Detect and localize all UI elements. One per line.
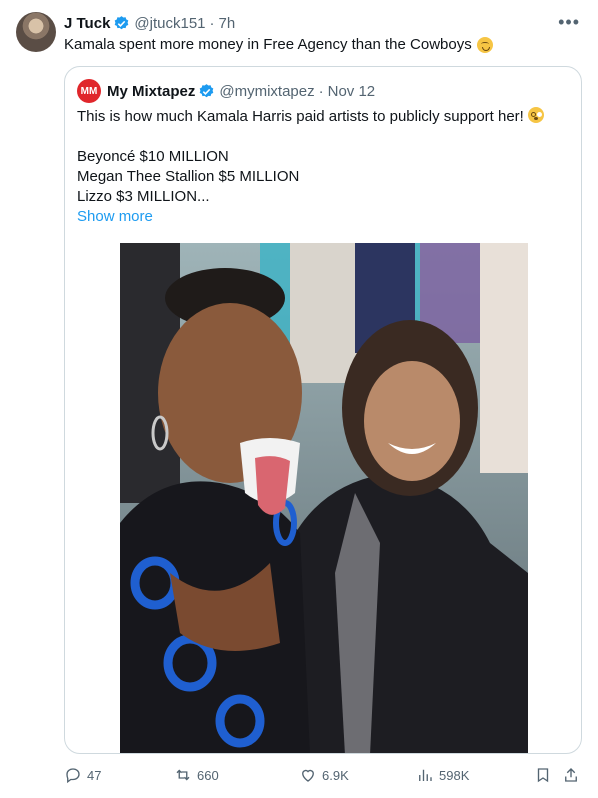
tweet-text: Kamala spent more money in Free Agency t… — [64, 35, 493, 55]
repost-icon — [176, 769, 190, 781]
more-icon[interactable]: ••• — [558, 12, 580, 33]
quoted-line-2: Beyoncé $10 MILLION — [77, 148, 229, 165]
quoted-line-4: Lizzo $3 MILLION... — [77, 188, 210, 205]
views-button[interactable]: 598K — [416, 766, 469, 784]
like-count: 6.9K — [322, 767, 349, 783]
author-avatar[interactable] — [16, 12, 56, 52]
quoted-header: MM My Mixtapez @mymixtapez · Nov 12 — [77, 79, 376, 103]
separator-dot: · — [209, 14, 215, 32]
bookmark-icon — [537, 768, 549, 783]
flushed-face-emoji-icon — [527, 107, 544, 123]
quoted-tweet[interactable]: MM My Mixtapez @mymixtapez · Nov 12 This… — [64, 66, 582, 754]
author-name[interactable]: J Tuck — [64, 15, 110, 32]
tweet-text-content: Kamala spent more money in Free Agency t… — [64, 36, 472, 53]
action-bar: 47 660 6.9K 598K — [64, 766, 582, 786]
reply-button[interactable]: 47 — [64, 766, 101, 784]
reply-icon — [66, 768, 80, 784]
share-button[interactable] — [562, 766, 580, 784]
separator-dot: · — [318, 82, 324, 100]
quoted-handle[interactable]: @mymixtapez — [219, 83, 314, 100]
repost-button[interactable]: 660 — [174, 766, 219, 784]
quoted-author-name[interactable]: My Mixtapez — [107, 83, 195, 100]
like-icon — [302, 769, 314, 782]
like-button[interactable]: 6.9K — [299, 766, 349, 784]
tweet-time[interactable]: 7h — [219, 15, 236, 32]
bookmark-button[interactable] — [534, 766, 552, 784]
quoted-line-3: Megan Thee Stallion $5 MILLION — [77, 168, 300, 185]
quoted-text: This is how much Kamala Harris paid arti… — [77, 107, 567, 227]
quoted-time[interactable]: Nov 12 — [328, 83, 376, 100]
quoted-photo[interactable] — [120, 243, 528, 753]
quoted-line: This is how much Kamala Harris paid arti… — [77, 107, 567, 127]
repost-count: 660 — [197, 767, 219, 783]
views-icon — [419, 769, 432, 781]
woozy-face-emoji-icon — [476, 37, 493, 53]
author-handle[interactable]: @jtuck151 — [134, 15, 205, 32]
tweet-header: J Tuck @jtuck151 · 7h — [64, 13, 582, 33]
share-icon — [565, 768, 577, 782]
quoted-avatar[interactable]: MM — [77, 79, 101, 103]
verified-badge-icon — [198, 83, 215, 100]
photo-illustration — [120, 243, 528, 753]
quoted-line-1: This is how much Kamala Harris paid arti… — [77, 108, 524, 125]
views-count: 598K — [439, 767, 470, 783]
reply-count: 47 — [87, 767, 102, 783]
show-more-link[interactable]: Show more — [77, 208, 153, 225]
verified-badge-icon — [113, 15, 130, 32]
